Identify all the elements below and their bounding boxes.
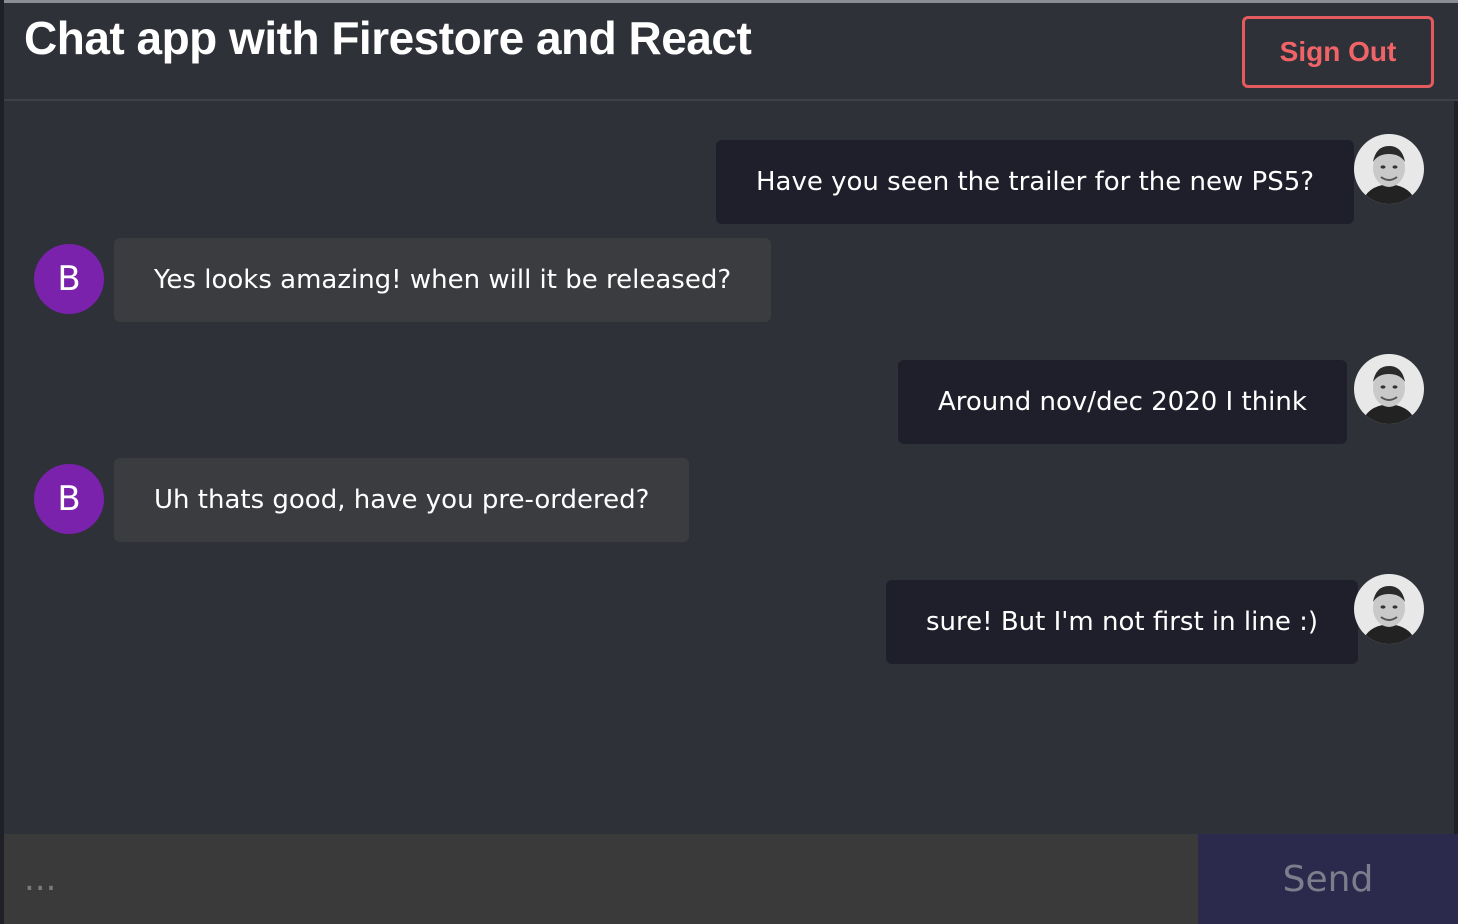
- user-b-avatar: B: [34, 244, 104, 314]
- message-list: Have you seen the trailer for the new PS…: [4, 101, 1454, 834]
- received-message: Uh thats good, have you pre-ordered?: [114, 458, 690, 542]
- scrollbar-track[interactable]: [1454, 100, 1458, 834]
- sent-message: sure! But I'm not first in line :): [886, 580, 1358, 664]
- user-b-avatar: B: [34, 464, 104, 534]
- sent-message: Have you seen the trailer for the new PS…: [716, 140, 1355, 224]
- user-photo-avatar-icon: [1354, 134, 1424, 204]
- received-message: Yes looks amazing! when will it be relea…: [114, 238, 772, 322]
- sent-message: Around nov/dec 2020 I think: [898, 360, 1347, 444]
- message-input[interactable]: [4, 834, 1198, 924]
- user-photo-avatar-icon: [1354, 574, 1424, 644]
- app-title: Chat app with Firestore and React: [24, 12, 752, 64]
- sign-out-button[interactable]: Sign Out: [1242, 16, 1434, 88]
- user-photo-avatar-icon: [1354, 354, 1424, 424]
- send-button[interactable]: Send: [1198, 834, 1458, 924]
- app-header: Chat app with Firestore and React Sign O…: [4, 3, 1458, 101]
- message-composer: Send: [4, 834, 1458, 924]
